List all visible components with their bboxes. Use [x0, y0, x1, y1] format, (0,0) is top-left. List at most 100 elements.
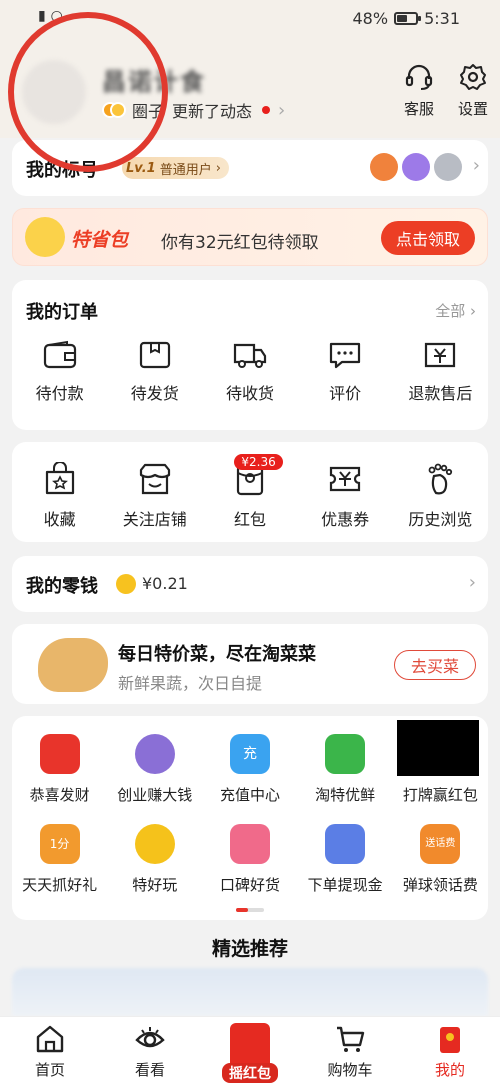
refund-icon [425, 342, 456, 368]
app-gongxi[interactable]: 恭喜发财 [12, 734, 107, 805]
wallet-card[interactable]: 我的零钱 ¥0.21 › [12, 556, 488, 612]
update-text: 更新了动态 [172, 102, 253, 121]
order-review[interactable]: 评价 [298, 340, 393, 404]
order-pending-receive[interactable]: 待收货 [202, 340, 297, 404]
battery-percent: 48% [352, 9, 389, 28]
order-refund[interactable]: 退款售后 [393, 340, 488, 404]
app-label: 天天抓好礼 [22, 876, 98, 894]
comment-icon [330, 342, 361, 369]
customer-service-label: 客服 [403, 100, 434, 118]
app-reputation[interactable]: 口碑好货 [202, 824, 297, 895]
app-recharge[interactable]: 充充值中心 [202, 734, 297, 805]
app-cashback[interactable]: 下单提现金 [298, 824, 393, 895]
history-shortcut[interactable]: 历史浏览 [393, 462, 488, 530]
truck-icon [233, 343, 267, 368]
coupons-shortcut[interactable]: 优惠券 [298, 462, 393, 530]
fox-icon: 送话费 [420, 824, 461, 864]
app-label: 口碑好货 [219, 876, 280, 894]
nav-cart[interactable]: 购物车 [300, 1017, 400, 1084]
orders-card: 我的订单 全部 › 待付款 待发货 待收货 评价 退款售后 [12, 280, 488, 430]
battery-level [397, 15, 407, 22]
badge-purple-icon [402, 153, 430, 181]
apps-card: 恭喜发财 创业赚大钱 充充值中心 淘特优鲜 打牌赢红包 1分 天天抓好礼 特好玩 … [12, 716, 488, 920]
promo-text: 你有32元红包待领取 [161, 233, 319, 253]
corn-mascot-icon [134, 824, 175, 864]
order-item-label: 待付款 [35, 384, 84, 403]
nav-label: 首页 [34, 1061, 65, 1079]
wallet-icon [43, 340, 76, 369]
promo-brand: 特省包 [71, 229, 129, 251]
shortcuts-card: 收藏 关注店铺 ¥2.36 红包 优惠券 历史浏览 [12, 442, 488, 542]
app-label: 充值中心 [219, 786, 280, 804]
order-pending-pay[interactable]: 待付款 [12, 340, 107, 404]
store-icon [139, 463, 170, 495]
orders-title: 我的订单 [26, 302, 98, 323]
app-label: 特好玩 [132, 876, 178, 894]
order-item-label: 待发货 [130, 384, 179, 403]
footprint-icon [428, 463, 453, 495]
wallet-title: 我的零钱 [26, 576, 98, 597]
status-right: 48% 5:31 [353, 9, 461, 28]
order-item-label: 待收货 [225, 384, 274, 403]
thumbs-up-icon [229, 824, 270, 864]
veg-title: 每日特价菜，尽在淘菜菜 [118, 644, 316, 665]
nav-label: 我的 [434, 1061, 465, 1079]
level-badge[interactable]: Lv.1 普通用户 › [122, 157, 229, 179]
nav-profile[interactable]: 我的 [400, 1017, 500, 1084]
app-label: 打牌赢红包 [402, 786, 478, 804]
shortcut-label: 关注店铺 [122, 510, 187, 529]
page-indicator [236, 908, 264, 912]
nav-home[interactable]: 首页 [0, 1017, 100, 1084]
app-fun[interactable]: 特好玩 [107, 824, 202, 895]
app-claw-gift[interactable]: 1分 天天抓好礼 [12, 824, 107, 895]
eye-icon [135, 1027, 165, 1048]
annotation-circle [8, 12, 168, 172]
badge-icons[interactable] [370, 153, 462, 181]
apps-row-1: 恭喜发财 创业赚大钱 充充值中心 淘特优鲜 打牌赢红包 [12, 720, 488, 805]
settings-button[interactable]: 设置 [448, 62, 498, 119]
app-label: 下单提现金 [307, 876, 383, 894]
ginger-icon [38, 638, 108, 692]
promo-banner[interactable]: 特省包 你有32元红包待领取 点击领取 [12, 208, 488, 266]
nav-label: 摇红包 [222, 1063, 278, 1083]
red-packet-badge: ¥2.36 [234, 454, 283, 470]
wallet-amount: ¥0.21 [142, 574, 188, 593]
app-fresh[interactable]: 淘特优鲜 [298, 734, 393, 805]
shortcut-label: 红包 [233, 510, 266, 529]
new-dot [262, 106, 271, 114]
coin-face-icon [25, 217, 65, 257]
claim-button[interactable]: 点击领取 [381, 221, 475, 255]
order-item-label: 退款售后 [408, 384, 473, 403]
coupon-icon [330, 466, 361, 492]
shortcut-label: 历史浏览 [408, 510, 473, 529]
orders-all-link[interactable]: 全部 › [435, 300, 476, 321]
bottom-nav: 首页 看看 摇红包 购物车 我的 [0, 1016, 500, 1084]
buy-veg-button[interactable]: 去买菜 [394, 650, 476, 680]
app-pinball[interactable]: 送话费 弹球领话费 [393, 824, 488, 895]
headset-icon [405, 64, 433, 90]
card-game-icon [396, 720, 479, 776]
recommend-title: 精选推荐 [211, 938, 288, 960]
gear-icon [460, 64, 486, 90]
nav-watch[interactable]: 看看 [100, 1017, 200, 1084]
followed-stores-shortcut[interactable]: 关注店铺 [107, 462, 202, 530]
nav-label: 看看 [134, 1061, 165, 1079]
app-chuangye[interactable]: 创业赚大钱 [107, 734, 202, 805]
app-label: 恭喜发财 [29, 786, 90, 804]
red-packet-shortcut[interactable]: ¥2.36 红包 [202, 454, 297, 530]
chevron-right-icon: › [472, 155, 480, 176]
level-number: Lv.1 [126, 160, 156, 176]
profile-icon [440, 1027, 460, 1053]
fresh-basket-icon [325, 734, 366, 774]
recommend-feed[interactable] [12, 968, 488, 1016]
box-icon [139, 341, 170, 369]
favorites-shortcut[interactable]: 收藏 [12, 462, 107, 530]
customer-service-button[interactable]: 客服 [394, 62, 444, 119]
veg-banner[interactable]: 每日特价菜，尽在淘菜菜 新鲜果蔬，次日自提 去买菜 [12, 624, 488, 704]
nav-shake-red-packet[interactable]: 摇红包 [200, 1017, 300, 1084]
badge-red-icon [370, 153, 398, 181]
chevron-right-icon: › [278, 99, 286, 121]
app-card-game[interactable]: 打牌赢红包 [393, 720, 488, 805]
nav-label: 购物车 [327, 1061, 373, 1079]
order-pending-ship[interactable]: 待发货 [107, 340, 202, 404]
